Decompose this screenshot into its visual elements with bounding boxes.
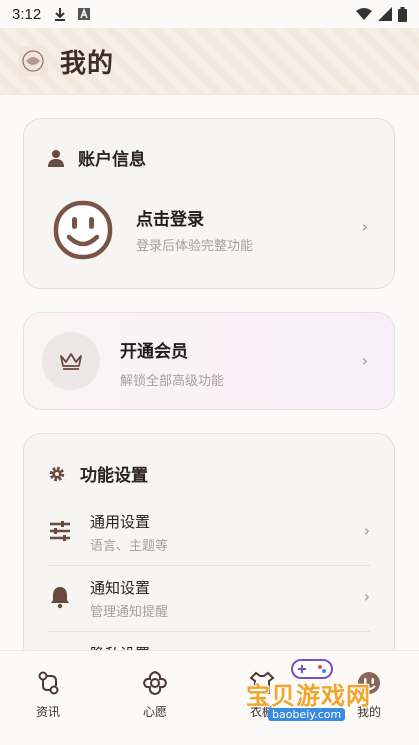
download-icon <box>55 8 66 21</box>
nav-label: 资讯 <box>35 705 60 719</box>
settings-item-subtitle: 管理通知提醒 <box>90 605 169 620</box>
chevron-right-icon: › <box>363 521 370 540</box>
person-icon <box>48 149 64 167</box>
settings-item-title: 通用设置 <box>90 513 151 531</box>
login-subtitle: 登录后体验完整功能 <box>136 239 254 254</box>
vip-title: 开通会员 <box>120 342 188 362</box>
nav-label: 心愿 <box>142 705 167 719</box>
crown-icon <box>60 353 82 370</box>
chevron-right-icon: › <box>361 217 368 236</box>
login-title[interactable]: 点击登录 <box>136 205 204 230</box>
chevron-right-icon: › <box>361 351 368 370</box>
bell-icon <box>51 587 69 609</box>
chevron-right-icon: › <box>363 587 370 606</box>
nav-label: 衣橱 <box>249 705 274 719</box>
settings-item-notifications[interactable]: 通知设置 管理通知提醒 › <box>48 565 370 632</box>
news-icon <box>38 671 59 695</box>
status-bar: 3:12 <box>0 0 419 28</box>
wardrobe-icon <box>249 671 275 694</box>
account-section-title: 账户信息 <box>78 150 146 170</box>
vip-card[interactable]: 开通会员 解锁全部高级功能 › <box>23 312 395 410</box>
nav-label: 我的 <box>356 705 381 719</box>
gear-icon <box>49 466 65 481</box>
account-card[interactable]: 账户信息 点击登录 登录后体验完整功能 › <box>23 118 395 289</box>
account-section-header: 账户信息 <box>48 145 146 170</box>
nav-item-profile[interactable]: 我的 <box>339 669 399 720</box>
bottom-nav: 资讯 心愿 衣橱 我的 <box>0 650 419 745</box>
settings-item-general[interactable]: 通用设置 语言、主题等 › <box>48 499 370 566</box>
settings-section-title: 功能设置 <box>80 466 148 486</box>
status-time: 3:12 <box>12 5 42 23</box>
vip-subtitle: 解锁全部高级功能 <box>120 374 225 389</box>
nav-item-wish[interactable]: 心愿 <box>125 669 185 720</box>
a-box-icon <box>78 8 91 20</box>
settings-card: 功能设置 通用设置 语言、主题等 › 通知设置 管理通知提醒 › 隐私设置 <box>23 433 395 663</box>
nav-item-wardrobe[interactable]: 衣橱 <box>232 669 292 720</box>
flower-icon <box>142 670 168 696</box>
app-header: 我的 <box>0 28 419 95</box>
app-logo <box>18 46 48 76</box>
settings-section-header: 功能设置 <box>48 461 148 486</box>
battery-icon <box>398 6 407 22</box>
wifi-icon <box>356 8 372 20</box>
sliders-icon <box>50 521 70 541</box>
settings-item-subtitle: 语言、主题等 <box>90 539 169 554</box>
profile-icon <box>358 672 380 694</box>
avatar-smiley-icon[interactable] <box>52 199 114 261</box>
signal-icon <box>378 7 392 21</box>
crown-badge <box>42 332 100 390</box>
nav-item-news[interactable]: 资讯 <box>18 669 78 720</box>
settings-item-title: 通知设置 <box>90 579 151 597</box>
page-title: 我的 <box>60 48 115 79</box>
